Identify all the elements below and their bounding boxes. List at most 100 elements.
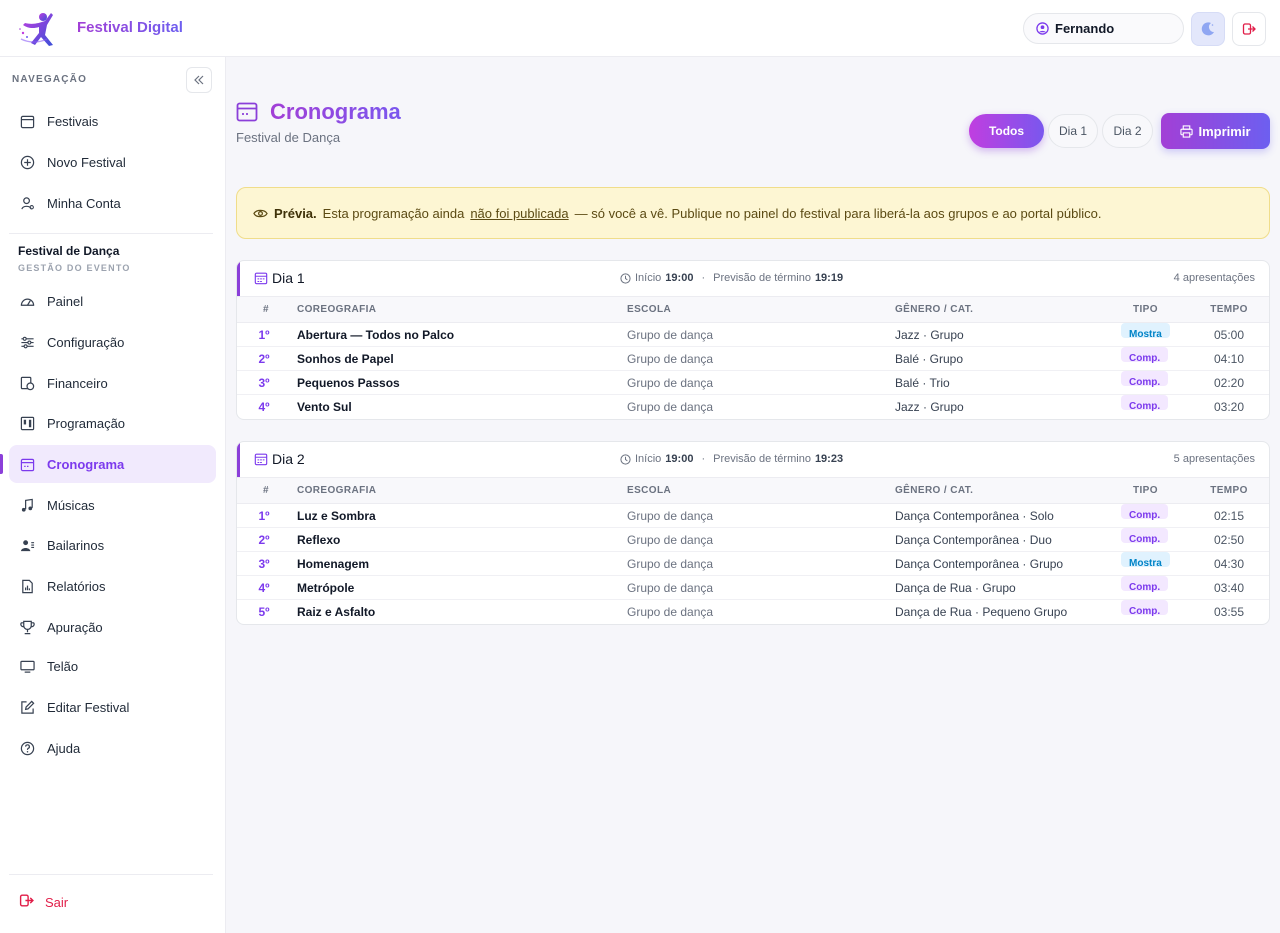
sidebar-item-label: Editar Festival [47, 699, 130, 715]
print-button[interactable]: Imprimir [1161, 113, 1270, 149]
sidebar-item-cronograma[interactable]: Cronograma [9, 445, 216, 483]
row-genero: Jazz · Grupo [895, 400, 964, 414]
sidebar-item-label: Minha Conta [47, 195, 121, 211]
sidebar-item-painel[interactable]: Painel [9, 282, 216, 320]
sidebar-item-ajuda[interactable]: Ajuda [9, 729, 216, 767]
table-row[interactable]: 1º Luz e Sombra Grupo de dança Dança Con… [237, 504, 1269, 528]
sidebar-item-label: Novo Festival [47, 154, 126, 170]
notice-link[interactable]: não foi publicada [470, 206, 568, 221]
row-num: 3º [258, 557, 270, 571]
sidebar-item-label: Músicas [47, 497, 95, 513]
user-name: Fernando [1055, 21, 1115, 36]
sidebar-item-financeiro[interactable]: Financeiro [9, 364, 216, 402]
sidebar-item-festivais[interactable]: Festivais [9, 102, 216, 140]
sidebar-item-minha-conta[interactable]: Minha Conta [9, 184, 216, 222]
table-row[interactable]: 1º Abertura — Todos no Palco Grupo de da… [237, 323, 1269, 347]
row-tempo: 05:00 [1213, 328, 1245, 342]
col-tempo: TEMPO [1210, 485, 1248, 496]
sidebar-item-label: Programação [47, 415, 126, 431]
type-badge: Mostra [1121, 552, 1170, 569]
filter-dia-1[interactable]: Dia 1 [1048, 114, 1098, 148]
logout-icon [1242, 23, 1256, 35]
theme-toggle-button[interactable] [1191, 12, 1225, 46]
start-label: Início [635, 453, 662, 465]
sidebar-item-label: Painel [47, 293, 84, 309]
day-card: Dia 2 Início 19:00 · Previsão de término… [236, 441, 1270, 625]
filter-dia-2[interactable]: Dia 2 [1102, 114, 1153, 148]
gauge-icon [19, 293, 36, 310]
row-escola: Grupo de dança [627, 533, 714, 547]
type-badge: Mostra [1121, 323, 1170, 340]
col-escola: ESCOLA [627, 485, 672, 496]
clock-icon [620, 272, 631, 284]
col-coreografia: COREOGRAFIA [297, 485, 377, 496]
sidebar-item-configuracao[interactable]: Configuração [9, 323, 216, 361]
sidebar-item-programacao[interactable]: Programação [9, 404, 216, 442]
sidebar-item-bailarinos[interactable]: Bailarinos [9, 526, 216, 564]
col-escola: ESCOLA [627, 304, 672, 315]
row-escola: Grupo de dança [627, 605, 714, 619]
sidebar: NAVEGAÇÃO Festivais Novo Festival Minha … [0, 57, 226, 933]
row-escola: Grupo de dança [627, 352, 714, 366]
row-tempo: 02:15 [1213, 509, 1245, 523]
table-header: # COREOGRAFIA ESCOLA GÊNERO / CAT. TIPO … [237, 297, 1269, 323]
col-num: # [263, 485, 269, 496]
sidebar-item-musicas[interactable]: Músicas [9, 486, 216, 524]
sidebar-item-novo-festival[interactable]: Novo Festival [9, 143, 216, 181]
type-badge: Comp. [1121, 600, 1169, 617]
table-row[interactable]: 4º Metrópole Grupo de dança Dança de Rua… [237, 576, 1269, 600]
row-genero: Dança Contemporânea · Duo [895, 533, 1052, 547]
col-coreografia: COREOGRAFIA [297, 304, 377, 315]
sidebar-logout-button[interactable]: Sair [9, 883, 216, 921]
sidebar-item-apuracao[interactable]: Apuração [9, 608, 216, 646]
calendar-icon [19, 456, 36, 473]
top-bar: Festival Digital Fernando [0, 0, 1280, 57]
row-tempo: 02:50 [1213, 533, 1245, 547]
row-coreografia: Raiz e Asfalto [297, 605, 376, 619]
sidebar-item-editar-festival[interactable]: Editar Festival [9, 688, 216, 726]
print-label: Imprimir [1198, 123, 1251, 139]
sidebar-item-label: Relatórios [47, 578, 106, 594]
calendar-icon [254, 453, 268, 466]
event-subtitle: GESTÃO DO EVENTO [18, 263, 131, 273]
divider [9, 233, 213, 234]
table-row[interactable]: 3º Pequenos Passos Grupo de dança Balé ·… [237, 371, 1269, 395]
row-coreografia: Luz e Sombra [297, 509, 376, 523]
col-num: # [263, 304, 269, 315]
collapse-sidebar-button[interactable] [186, 67, 212, 93]
type-badge: Comp. [1121, 528, 1169, 545]
row-num: 2º [258, 533, 270, 547]
notice-text-1: Esta programação ainda [322, 205, 465, 221]
table-row[interactable]: 3º Homenagem Grupo de dança Dança Contem… [237, 552, 1269, 576]
table-row[interactable]: 2º Sonhos de Papel Grupo de dança Balé ·… [237, 347, 1269, 371]
sidebar-item-relatorios[interactable]: Relatórios [9, 567, 216, 605]
row-genero: Jazz · Grupo [895, 328, 964, 342]
calendar-icon [19, 113, 36, 130]
calendar-icon [236, 102, 258, 122]
sidebar-item-telao[interactable]: Telão [9, 647, 216, 685]
printer-icon [1180, 124, 1194, 138]
row-coreografia: Homenagem [297, 557, 370, 571]
trophy-icon [19, 619, 36, 636]
row-escola: Grupo de dança [627, 509, 714, 523]
event-title: Festival de Dança [18, 244, 120, 258]
row-num: 5º [258, 605, 270, 619]
table-row[interactable]: 4º Vento Sul Grupo de dança Jazz · Grupo… [237, 395, 1269, 419]
row-genero: Balé · Trio [895, 376, 950, 390]
row-num: 4º [258, 400, 270, 414]
col-tipo: TIPO [1133, 304, 1158, 315]
sidebar-item-label: Apuração [47, 619, 103, 635]
start-time: 19:00 [665, 453, 694, 465]
logout-label: Sair [45, 894, 69, 910]
help-icon [19, 740, 36, 757]
start-time: 19:00 [665, 272, 694, 284]
user-menu[interactable]: Fernando [1023, 13, 1184, 44]
table-row[interactable]: 2º Reflexo Grupo de dança Dança Contempo… [237, 528, 1269, 552]
row-escola: Grupo de dança [627, 328, 714, 342]
day-card: Dia 1 Início 19:00 · Previsão de término… [236, 260, 1270, 420]
filter-todos[interactable]: Todos [969, 114, 1044, 148]
day-count: 4 apresentações [1173, 272, 1255, 284]
top-logout-button[interactable] [1232, 12, 1266, 46]
table-row[interactable]: 5º Raiz e Asfalto Grupo de dança Dança d… [237, 600, 1269, 624]
row-escola: Grupo de dança [627, 581, 714, 595]
